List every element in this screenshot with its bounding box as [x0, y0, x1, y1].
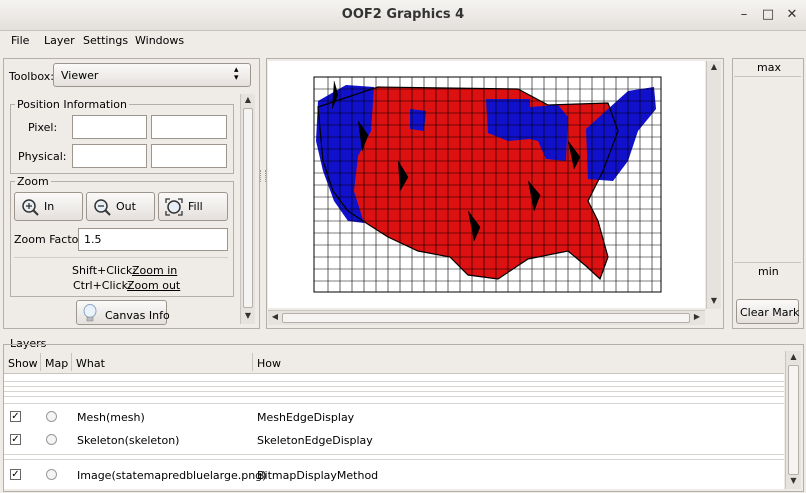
zoom-out-label: Out [116, 200, 136, 213]
menu-windows[interactable]: Windows [135, 34, 184, 47]
blue-mountain-patch [410, 109, 426, 131]
scroll-up-icon[interactable]: ▲ [241, 95, 255, 104]
zoom-out-icon [94, 199, 111, 216]
layer-what: Mesh(mesh) [77, 411, 145, 424]
pixel-label: Pixel: [28, 121, 58, 134]
canvas-hscrollbar[interactable]: ◀ ▶ [268, 310, 705, 325]
col-divider [40, 353, 41, 371]
layer-show-checkbox[interactable]: ✓ [10, 434, 21, 445]
col-how-header[interactable]: How [257, 357, 281, 370]
pixel-x-field[interactable] [72, 115, 147, 139]
physical-x-field[interactable] [72, 144, 147, 168]
layer-row-separator [4, 381, 784, 382]
col-divider [252, 353, 253, 371]
contour-max-label: max [757, 61, 781, 74]
map-canvas [313, 76, 662, 293]
menu-settings[interactable]: Settings [83, 34, 128, 47]
layer-what: Skeleton(skeleton) [77, 434, 180, 447]
layer-how: BitmapDisplayMethod [257, 469, 379, 482]
canvas-scroll-down-icon[interactable]: ▼ [707, 296, 721, 305]
layers-scrollbar[interactable]: ▲ ▼ [785, 351, 801, 489]
select-arrows-icon: ▴ ▾ [234, 65, 239, 83]
layer-map-radio[interactable] [46, 411, 57, 422]
layer-map-radio[interactable] [46, 469, 57, 480]
physical-label: Physical: [18, 150, 67, 163]
window-title: OOF2 Graphics 4 [341, 7, 465, 22]
contour-min-row: min [734, 262, 801, 280]
lightbulb-icon [83, 304, 97, 322]
layers-scroll-thumb[interactable] [788, 365, 799, 475]
hint-zoom-in-link[interactable]: Zoom in [132, 264, 177, 277]
contour-min-label: min [758, 265, 779, 278]
canvas-scroll-left-icon[interactable]: ◀ [270, 312, 280, 321]
toolbox-select[interactable]: Viewer ▴ ▾ [53, 63, 251, 87]
canvas[interactable] [268, 61, 705, 308]
layers-header [4, 351, 784, 374]
zoom-in-label: In [44, 200, 55, 213]
hint-ctrl-prefix: Ctrl+Click: [73, 279, 132, 292]
layer-row-separator [4, 403, 784, 404]
scroll-down-icon[interactable]: ▼ [241, 311, 255, 320]
canvas-info-button[interactable]: Canvas Info [76, 300, 170, 325]
pixel-y-field[interactable] [151, 115, 227, 139]
canvas-scroll-right-icon[interactable]: ▶ [692, 312, 702, 321]
layer-what: Image(statemapredbluelarge.png) [77, 469, 267, 482]
layers-scroll-up-icon[interactable]: ▲ [786, 352, 801, 361]
zoom-factor-label: Zoom Factor: [14, 233, 87, 246]
layer-show-checkbox[interactable]: ✓ [10, 411, 21, 422]
canvas-vscrollbar[interactable]: ▲ ▼ [706, 61, 721, 309]
layer-row-separator [4, 391, 784, 392]
layer-row-separator [4, 386, 784, 387]
zoom-title: Zoom [15, 175, 51, 188]
col-divider [71, 353, 72, 371]
col-map-header[interactable]: Map [45, 357, 68, 370]
hint-shift-prefix: Shift+Click: [72, 264, 137, 277]
zoom-fill-label: Fill [188, 200, 203, 213]
layer-row-separator [4, 459, 784, 460]
canvas-scroll-up-icon[interactable]: ▲ [707, 62, 721, 71]
zoom-fill-button[interactable]: Fill [158, 192, 228, 221]
layer-row-separator [4, 454, 784, 455]
col-show-header[interactable]: Show [8, 357, 38, 370]
zoom-in-button[interactable]: In [14, 192, 83, 221]
zoom-divider [14, 257, 228, 258]
layers-scroll-down-icon[interactable]: ▼ [786, 476, 801, 485]
toolbox-label: Toolbox: [9, 70, 54, 83]
toolbox-select-value: Viewer [61, 69, 99, 82]
hint-zoom-out-link[interactable]: Zoom out [127, 279, 180, 292]
clear-mark-button[interactable]: Clear Mark [736, 299, 799, 324]
position-info-title: Position Information [15, 98, 129, 111]
zoom-factor-value: 1.5 [84, 233, 102, 246]
zoom-fill-icon [165, 198, 183, 216]
layer-show-checkbox[interactable]: ✓ [10, 469, 21, 480]
canvas-info-label: Canvas Info [105, 309, 170, 322]
contour-map-area[interactable] [734, 77, 801, 261]
scroll-thumb[interactable] [243, 108, 253, 308]
layer-row-separator [4, 396, 784, 397]
zoom-out-button[interactable]: Out [86, 192, 155, 221]
physical-y-field[interactable] [151, 144, 227, 168]
toolbox-scrollbar[interactable]: ▲ ▼ [240, 94, 255, 324]
layer-map-radio[interactable] [46, 434, 57, 445]
layer-how: SkeletonEdgeDisplay [257, 434, 373, 447]
menu-file[interactable]: File [11, 34, 29, 47]
col-what-header[interactable]: What [76, 357, 105, 370]
layer-how: MeshEdgeDisplay [257, 411, 355, 424]
maximize-icon[interactable]: □ [761, 8, 775, 22]
zoom-factor-field[interactable]: 1.5 [78, 228, 228, 251]
menu-layer[interactable]: Layer [44, 34, 75, 47]
contour-max-row: max [734, 59, 801, 77]
close-icon[interactable]: ✕ [785, 8, 799, 22]
minimize-icon[interactable]: – [737, 8, 751, 22]
zoom-in-icon [22, 199, 39, 216]
canvas-hscroll-thumb[interactable] [282, 313, 690, 323]
clear-mark-label: Clear Mark [740, 306, 800, 319]
